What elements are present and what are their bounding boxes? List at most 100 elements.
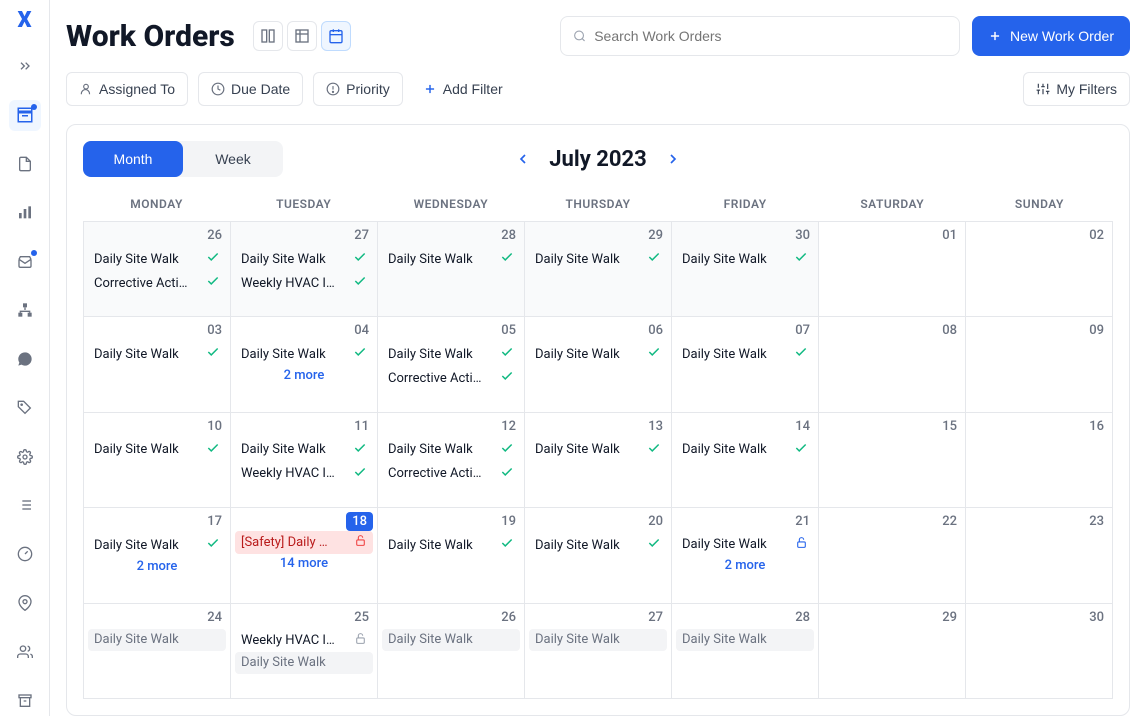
calendar-cell[interactable]: 16 xyxy=(966,413,1113,508)
calendar-event[interactable]: Daily Site Walk xyxy=(235,247,373,271)
calendar-event[interactable]: Corrective Acti… xyxy=(382,366,520,390)
calendar-event[interactable]: Corrective Acti… xyxy=(382,462,520,486)
calendar-cell[interactable]: 11Daily Site WalkWeekly HVAC I… xyxy=(231,413,378,508)
calendar-event[interactable]: Daily Site Walk xyxy=(382,629,520,651)
search-box[interactable] xyxy=(560,16,960,56)
calendar-event[interactable]: Daily Site Walk xyxy=(529,629,667,651)
nav-archive-icon[interactable] xyxy=(9,685,41,716)
calendar-cell[interactable]: 01 xyxy=(819,222,966,317)
calendar-cell[interactable]: 28Daily Site Walk xyxy=(672,604,819,699)
calendar-cell[interactable]: 20Daily Site Walk xyxy=(525,508,672,603)
calendar-cell[interactable]: 03Daily Site Walk xyxy=(84,317,231,412)
calendar-cell[interactable]: 15 xyxy=(819,413,966,508)
nav-work-orders-icon[interactable] xyxy=(9,100,41,131)
calendar-event[interactable]: Daily Site Walk xyxy=(88,629,226,651)
more-events-link[interactable]: 2 more xyxy=(88,557,226,576)
calendar-event[interactable]: Daily Site Walk xyxy=(88,438,226,462)
calendar-event[interactable]: Daily Site Walk xyxy=(235,342,373,366)
calendar-cell[interactable]: 26Daily Site WalkCorrective Acti… xyxy=(84,222,231,317)
calendar-cell[interactable]: 27Daily Site WalkWeekly HVAC I… xyxy=(231,222,378,317)
calendar-event[interactable]: Daily Site Walk xyxy=(88,247,226,271)
calendar-cell[interactable]: 07Daily Site Walk xyxy=(672,317,819,412)
calendar-event[interactable]: Daily Site Walk xyxy=(676,342,814,366)
calendar-cell[interactable]: 05Daily Site WalkCorrective Acti… xyxy=(378,317,525,412)
nav-requests-icon[interactable] xyxy=(9,246,41,277)
prev-month-button[interactable] xyxy=(509,145,537,173)
nav-messages-icon[interactable] xyxy=(9,344,41,375)
calendar-cell[interactable]: 29 xyxy=(819,604,966,699)
calendar-cell[interactable]: 19Daily Site Walk xyxy=(378,508,525,603)
nav-list-icon[interactable] xyxy=(9,490,41,521)
date-number: 11 xyxy=(235,417,373,438)
new-work-order-button[interactable]: New Work Order xyxy=(972,16,1130,56)
calendar-cell[interactable]: 08 xyxy=(819,317,966,412)
filter-assigned-to[interactable]: Assigned To xyxy=(66,72,188,106)
nav-documents-icon[interactable] xyxy=(9,149,41,180)
calendar-event[interactable]: Daily Site Walk xyxy=(529,438,667,462)
calendar-event[interactable]: Daily Site Walk xyxy=(382,533,520,557)
nav-hierarchy-icon[interactable] xyxy=(9,295,41,326)
calendar-event[interactable]: Daily Site Walk xyxy=(88,533,226,557)
nav-people-icon[interactable] xyxy=(9,636,41,667)
calendar-cell[interactable]: 06Daily Site Walk xyxy=(525,317,672,412)
calendar-event[interactable]: Daily Site Walk xyxy=(529,533,667,557)
calendar-cell[interactable]: 10Daily Site Walk xyxy=(84,413,231,508)
calendar-cell[interactable]: 02 xyxy=(966,222,1113,317)
more-events-link[interactable]: 2 more xyxy=(676,556,814,575)
calendar-cell[interactable]: 25Weekly HVAC I…Daily Site Walk xyxy=(231,604,378,699)
calendar-event[interactable]: Daily Site Walk xyxy=(676,247,814,271)
view-calendar-button[interactable] xyxy=(321,21,351,51)
calendar-event[interactable]: Daily Site Walk xyxy=(382,247,520,271)
calendar-cell[interactable]: 13Daily Site Walk xyxy=(525,413,672,508)
calendar-cell[interactable]: 04Daily Site Walk2 more xyxy=(231,317,378,412)
filter-due-date[interactable]: Due Date xyxy=(198,72,303,106)
nav-settings-icon[interactable] xyxy=(9,441,41,472)
toggle-month[interactable]: Month xyxy=(83,141,183,177)
calendar-cell[interactable]: 28Daily Site Walk xyxy=(378,222,525,317)
calendar-cell[interactable]: 12Daily Site WalkCorrective Acti… xyxy=(378,413,525,508)
calendar-cell[interactable]: 29Daily Site Walk xyxy=(525,222,672,317)
filter-priority[interactable]: Priority xyxy=(313,72,403,106)
calendar-event[interactable]: Daily Site Walk xyxy=(529,247,667,271)
calendar-cell[interactable]: 23 xyxy=(966,508,1113,603)
calendar-event[interactable]: Daily Site Walk xyxy=(529,342,667,366)
calendar-event[interactable]: Weekly HVAC I… xyxy=(235,629,373,652)
calendar-event[interactable]: Daily Site Walk xyxy=(382,342,520,366)
more-events-link[interactable]: 2 more xyxy=(235,366,373,385)
calendar-cell[interactable]: 18[Safety] Daily …14 more xyxy=(231,508,378,603)
calendar-event[interactable]: [Safety] Daily … xyxy=(235,531,373,554)
nav-tags-icon[interactable] xyxy=(9,392,41,423)
calendar-cell[interactable]: 21Daily Site Walk2 more xyxy=(672,508,819,603)
toggle-week[interactable]: Week xyxy=(183,141,283,177)
calendar-event[interactable]: Weekly HVAC I… xyxy=(235,271,373,295)
calendar-cell[interactable]: 22 xyxy=(819,508,966,603)
calendar-event[interactable]: Corrective Acti… xyxy=(88,271,226,295)
my-filters-button[interactable]: My Filters xyxy=(1023,72,1130,106)
add-filter-button[interactable]: Add Filter xyxy=(413,72,513,106)
calendar-cell[interactable]: 30Daily Site Walk xyxy=(672,222,819,317)
calendar-event[interactable]: Daily Site Walk xyxy=(88,342,226,366)
calendar-event[interactable]: Daily Site Walk xyxy=(676,438,814,462)
nav-gauge-icon[interactable] xyxy=(9,539,41,570)
nav-analytics-icon[interactable] xyxy=(9,197,41,228)
calendar-event[interactable]: Weekly HVAC I… xyxy=(235,462,373,486)
calendar-cell[interactable]: 09 xyxy=(966,317,1113,412)
calendar-cell[interactable]: 30 xyxy=(966,604,1113,699)
next-month-button[interactable] xyxy=(659,145,687,173)
view-table-button[interactable] xyxy=(287,21,317,51)
calendar-event[interactable]: Daily Site Walk xyxy=(382,438,520,462)
calendar-event[interactable]: Daily Site Walk xyxy=(235,438,373,462)
more-events-link[interactable]: 14 more xyxy=(235,554,373,573)
calendar-cell[interactable]: 24Daily Site Walk xyxy=(84,604,231,699)
expand-sidebar-icon[interactable] xyxy=(9,51,41,82)
calendar-cell[interactable]: 17Daily Site Walk2 more xyxy=(84,508,231,603)
calendar-event[interactable]: Daily Site Walk xyxy=(235,652,373,674)
view-columns-button[interactable] xyxy=(253,21,283,51)
nav-location-icon[interactable] xyxy=(9,588,41,619)
calendar-cell[interactable]: 14Daily Site Walk xyxy=(672,413,819,508)
calendar-event[interactable]: Daily Site Walk xyxy=(676,533,814,556)
calendar-event[interactable]: Daily Site Walk xyxy=(676,629,814,651)
calendar-cell[interactable]: 26Daily Site Walk xyxy=(378,604,525,699)
search-input[interactable] xyxy=(594,28,947,44)
calendar-cell[interactable]: 27Daily Site Walk xyxy=(525,604,672,699)
